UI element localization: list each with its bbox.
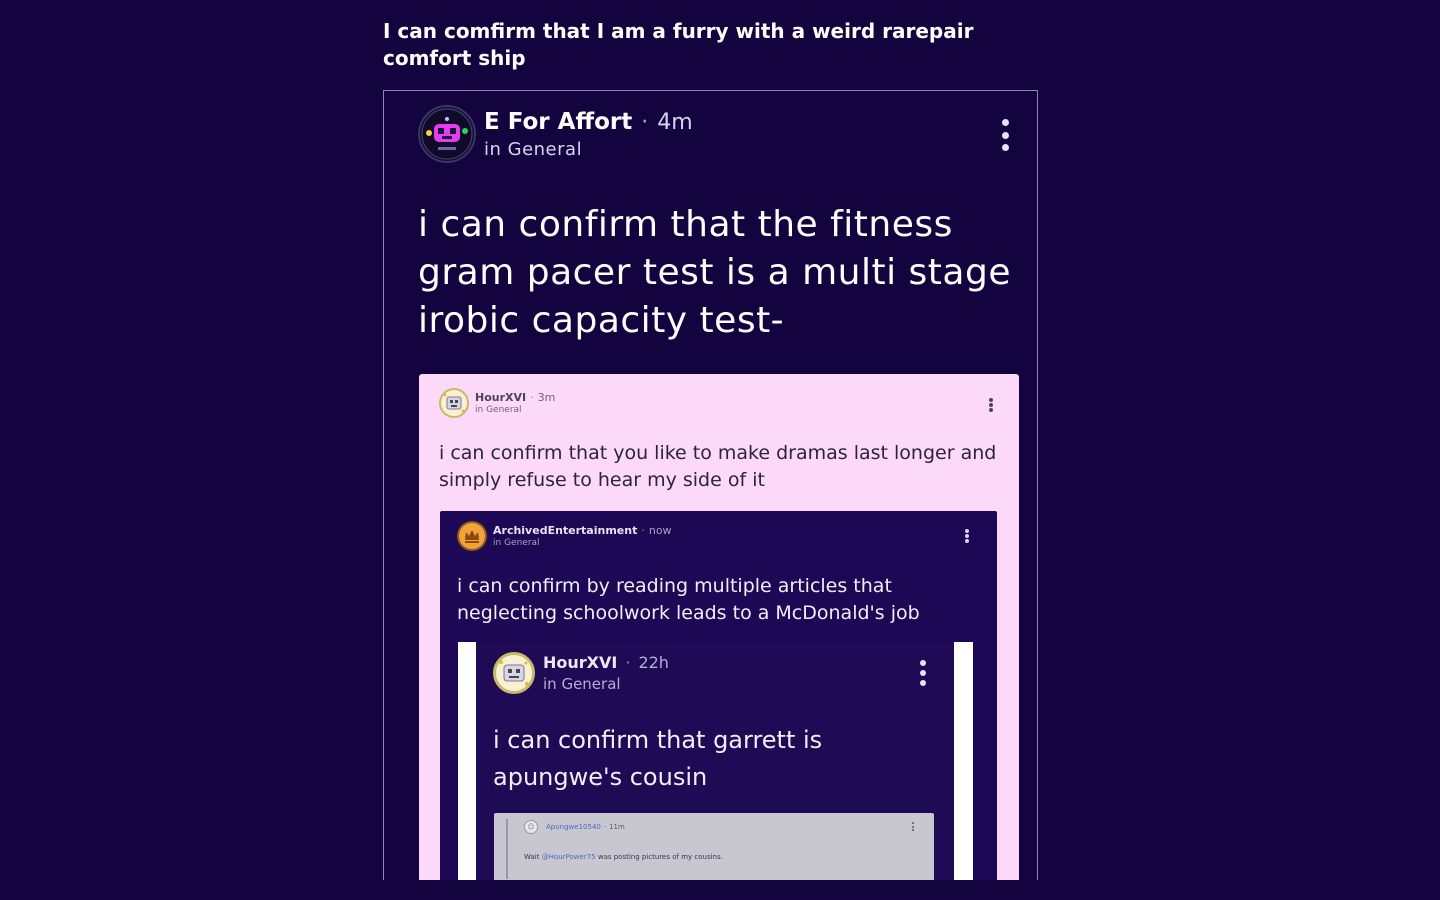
user-mention-link[interactable]: @HourPower75	[542, 853, 596, 861]
separator-dot: ·	[641, 109, 649, 135]
post-body: i can confirm that the fitness gram pace…	[418, 204, 1011, 341]
robot-avatar-icon[interactable]	[418, 105, 476, 163]
quoted-post-location[interactable]: in General	[475, 405, 555, 415]
thread-line	[506, 819, 508, 879]
deep-post-header: HourXVI · 22h in General	[493, 652, 669, 694]
deep-quoted-post-card[interactable]: HourXVI · 22h in General i can confirm t…	[476, 642, 954, 880]
quoted-post-card[interactable]: HourXVI · 3m in General i can confirm th…	[419, 374, 1019, 880]
nested-post-location[interactable]: in General	[493, 538, 672, 548]
more-vertical-icon[interactable]	[920, 660, 926, 686]
shared-post-card[interactable]: E For Affort · 4m in General i can confi…	[383, 90, 1038, 880]
default-avatar-icon[interactable]: ☺	[524, 820, 538, 834]
body-text-start: Wait	[524, 853, 542, 861]
deepest-post-time: 11m	[609, 823, 625, 831]
nested-author-name[interactable]: ArchivedEntertainment	[493, 524, 637, 537]
screenshot-frame: HourXVI · 22h in General i can confirm t…	[458, 642, 973, 880]
more-vertical-icon[interactable]	[1001, 119, 1009, 151]
quoted-post-body: i can confirm that you like to make dram…	[439, 442, 997, 491]
body-text-end: was posting pictures of my cousins.	[595, 853, 723, 861]
post-caption: I can comfirm that I am a furry with a w…	[383, 19, 974, 70]
post-header: E For Affort · 4m in General	[418, 105, 693, 163]
post-location[interactable]: in General	[484, 139, 693, 160]
separator-dot: ·	[530, 391, 534, 404]
nested-post-time: now	[648, 524, 672, 537]
nested-post-header: ArchivedEntertainment · now in General	[457, 521, 672, 551]
quoted-author-name[interactable]: HourXVI	[475, 391, 526, 404]
quoted-post-time: 3m	[537, 391, 556, 404]
more-vertical-icon[interactable]	[912, 822, 914, 831]
crown-avatar-icon[interactable]	[457, 521, 487, 551]
separator-dot: ·	[625, 653, 631, 672]
deep-post-body: i can confirm that garrett is apungwe's …	[493, 726, 823, 791]
nested-quoted-post-card[interactable]: ArchivedEntertainment · now in General i…	[440, 511, 997, 880]
more-vertical-icon[interactable]	[965, 529, 969, 543]
author-name[interactable]: E For Affort	[484, 109, 632, 135]
deepest-author-name[interactable]: Apungwe10540	[546, 823, 601, 831]
deep-author-name[interactable]: HourXVI	[543, 653, 617, 672]
nested-post-body: i can confirm by reading multiple articl…	[457, 575, 920, 624]
deep-post-location[interactable]: in General	[543, 675, 669, 693]
game-avatar-icon[interactable]	[439, 388, 469, 418]
game-avatar-icon[interactable]	[493, 652, 535, 694]
post-time: 4m	[657, 109, 693, 135]
more-vertical-icon[interactable]	[989, 398, 993, 412]
separator-dot: ·	[603, 823, 607, 831]
deepest-post-header: ☺ Apungwe10540 · 11m	[524, 820, 625, 834]
deepest-quoted-post-card[interactable]: ☺ Apungwe10540 · 11m Wait @HourPower75 w…	[494, 813, 934, 880]
deep-post-time: 22h	[638, 653, 669, 672]
quoted-post-header: HourXVI · 3m in General	[439, 388, 555, 418]
deepest-post-body: Wait @HourPower75 was posting pictures o…	[524, 852, 924, 862]
separator-dot: ·	[641, 524, 645, 537]
